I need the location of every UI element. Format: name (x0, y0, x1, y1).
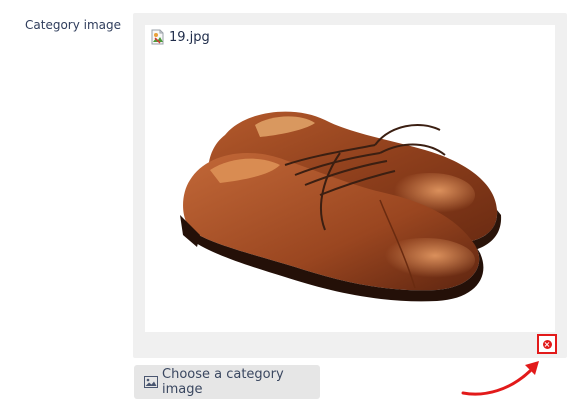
file-name-row: 19.jpg (150, 29, 210, 45)
file-name: 19.jpg (169, 29, 210, 45)
category-image-label: Category image (25, 18, 122, 32)
pointer-arrow-annotation (461, 361, 539, 396)
close-circle-icon: × (542, 339, 552, 349)
broken-image-file-icon (150, 29, 166, 45)
shoe-image (180, 111, 502, 302)
choose-button-label: Choose a category image (162, 367, 284, 397)
picture-icon (144, 376, 158, 388)
remove-image-button[interactable]: × (537, 334, 557, 354)
choose-category-image-button[interactable]: Choose a category image (134, 365, 320, 399)
image-preview-frame: 19.jpg (145, 25, 555, 332)
image-preview-panel: 19.jpg (133, 13, 567, 358)
